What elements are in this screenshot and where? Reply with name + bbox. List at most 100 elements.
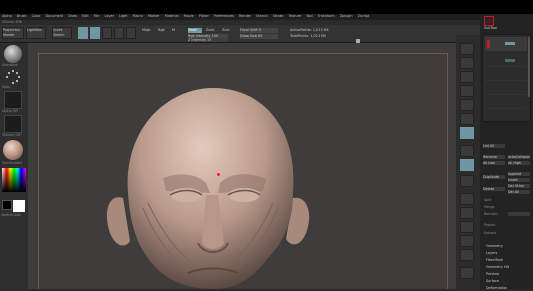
menu-item[interactable]: Render [239,14,251,18]
menu-item[interactable]: Light [119,14,127,18]
projection-master-button[interactable]: Projection Master [2,27,24,39]
head-sculpt[interactable] [88,83,328,289]
menu-item[interactable]: Color [32,14,41,18]
move-mode-button[interactable] [102,27,112,39]
transp-icon[interactable] [460,267,474,279]
brush-standard-icon[interactable] [4,45,22,63]
del-all-button[interactable]: Del All [507,189,531,195]
left-tray: Standard Dots Alpha Off Texture Off Skin… [0,43,28,289]
zadd-toggle[interactable]: Zadd [188,28,202,33]
active-points-readout: ActivePoints: 1,013 Mil [290,28,329,32]
zcut-toggle[interactable]: Zcut [222,28,234,33]
m-toggle[interactable]: M [172,28,180,33]
bpr-icon[interactable] [460,43,474,55]
z-intensity-slider[interactable]: Z Intensity 25 [188,38,228,42]
draw-mode-button[interactable] [90,27,100,39]
menu-item[interactable]: Tool [306,14,313,18]
mrgb-toggle[interactable]: Mrgb [142,28,156,33]
subtool-scrollbar[interactable] [528,37,530,97]
right-panel: SubTool List All Rename AutoCollapse All… [480,14,533,290]
remesh-section[interactable]: Remesh [484,212,504,217]
subtool-item-active[interactable] [485,37,527,51]
subtool-visibility-icon[interactable] [505,42,515,45]
switch-color-button[interactable]: SwitchColor [1,213,27,218]
alpha-slot[interactable] [4,91,22,109]
project-section[interactable]: Project [484,223,524,228]
menu-item[interactable]: Zplugin [340,14,353,18]
local-icon[interactable] [460,159,474,171]
spix-icon[interactable] [460,57,474,69]
polyf-icon[interactable] [460,249,474,261]
menu-item[interactable]: Zscript [358,14,370,18]
aahalf-icon[interactable] [460,113,474,125]
document-handle[interactable] [356,39,360,43]
menu-item[interactable]: Document [46,14,64,18]
all-low-button[interactable]: All Low [482,160,506,166]
menu-item[interactable]: Movie [184,14,194,18]
top-shelf: Projection Master LightBox Quick Sketch … [0,25,480,43]
geometry-section[interactable]: Geometry [486,244,526,249]
extract-section[interactable]: Extract [484,231,524,236]
scale-icon[interactable] [460,221,474,233]
rotate-mode-button[interactable] [126,27,136,39]
menu-item[interactable]: Stencil [256,14,267,18]
secondary-color-swatch[interactable] [2,200,12,210]
all-high-button[interactable]: All High [507,160,531,166]
quick-sketch-button[interactable]: Quick Sketch [52,27,72,39]
menu-item[interactable]: Material [165,14,179,18]
top-bar [0,0,533,14]
subtool-item[interactable] [485,69,527,81]
menu-item[interactable]: Layer [105,14,114,18]
geometry-hd-section[interactable]: Geometry HD [486,265,526,270]
menu-item[interactable]: Texture [289,14,301,18]
menu-item[interactable]: Alpha [2,14,12,18]
frame-icon[interactable] [460,193,474,205]
subtool-item[interactable] [485,55,527,67]
texture-slot[interactable] [4,115,22,133]
fibermesh-section[interactable]: FiberMesh [486,258,526,263]
material-sphere-icon[interactable] [3,140,23,160]
duplicate-button[interactable]: Duplicate [482,174,506,180]
menu-item[interactable]: Preferences [214,14,234,18]
zsub-toggle[interactable]: Zsub [206,28,218,33]
preview-section[interactable]: Preview [486,272,526,277]
color-picker[interactable] [2,168,26,192]
subtool-header-thumbnail[interactable] [484,16,494,26]
menu-item[interactable]: Stroke [273,14,284,18]
main-color-swatch[interactable] [13,200,25,212]
menu-item[interactable]: Draw [68,14,77,18]
rgb-toggle[interactable]: Rgb [158,28,170,33]
menu-item[interactable]: Transform [318,14,335,18]
stroke-dots-icon[interactable] [4,69,22,85]
scale-mode-button[interactable] [114,27,124,39]
remesh-all-button[interactable] [507,211,531,217]
list-all-button[interactable]: List All [482,143,506,149]
menu-item[interactable]: Brush [17,14,27,18]
split-section[interactable]: Split [484,198,524,203]
move-icon[interactable] [460,207,474,219]
rotate-icon[interactable] [460,235,474,247]
draw-size-slider[interactable]: Draw Size 64 [240,34,278,39]
menu-item[interactable]: Marker [148,14,160,18]
lightbox-button[interactable]: LightBox [26,27,46,39]
menu-item[interactable]: Picker [199,14,209,18]
delete-button[interactable]: Delete [482,186,506,192]
focal-shift-slider[interactable]: Focal Shift 0 [240,28,278,33]
actual-icon[interactable] [460,99,474,111]
subtool-visibility-icon[interactable] [505,59,515,62]
xyz-icon[interactable] [460,175,474,187]
floor-icon[interactable] [460,145,474,157]
persp-icon[interactable] [460,127,474,139]
subtool-item[interactable] [485,97,527,109]
edit-mode-button[interactable] [78,27,88,39]
surface-section[interactable]: Surface [486,279,526,284]
menu-item[interactable]: File [94,14,100,18]
menu-item[interactable]: Edit [82,14,89,18]
layers-section[interactable]: Layers [486,251,526,256]
menu-item[interactable]: Macro [133,14,143,18]
merge-section[interactable]: Merge [484,205,524,210]
scroll-icon[interactable] [460,71,474,83]
material-label: SkinShade4 [2,161,22,165]
zoom-icon[interactable] [460,85,474,97]
subtool-item[interactable] [485,83,527,95]
